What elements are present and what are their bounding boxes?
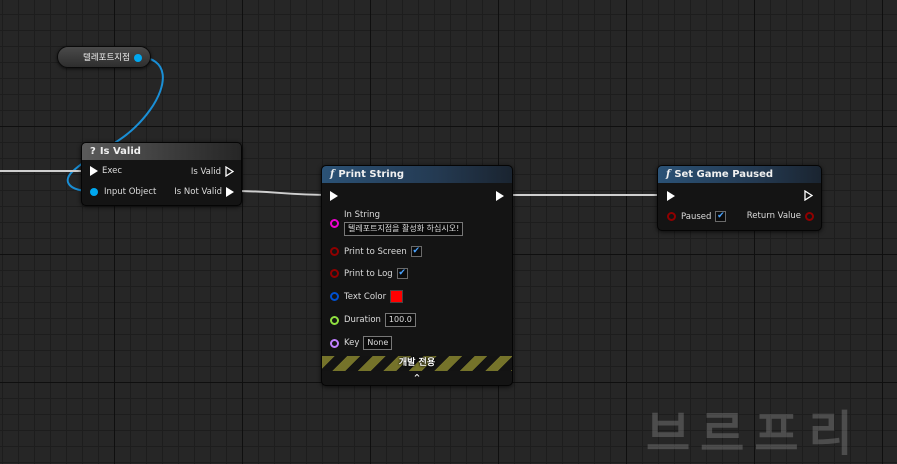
- function-icon: f: [330, 169, 335, 180]
- duration-label: Duration: [344, 315, 381, 325]
- development-only-label: 개발 전용: [398, 358, 436, 368]
- teleport-point-variable-node[interactable]: 텔레포트지점: [57, 46, 151, 68]
- is-valid-output-pin-row[interactable]: Is Valid: [191, 166, 234, 177]
- question-icon: ?: [90, 146, 96, 157]
- exec-label: Exec: [102, 166, 123, 176]
- object-output-pin[interactable]: [134, 54, 142, 62]
- print-to-screen-label: Print to Screen: [344, 246, 407, 257]
- print-to-screen-pin-row[interactable]: Print to Screen ✔: [330, 246, 422, 257]
- is-valid-header: ? Is Valid: [82, 143, 241, 160]
- expand-advanced-chevron-icon[interactable]: ⌃: [322, 371, 512, 385]
- string-pin-icon[interactable]: [330, 219, 339, 228]
- function-icon: f: [666, 169, 671, 180]
- is-not-valid-output-pin-row[interactable]: Is Not Valid: [174, 187, 234, 197]
- return-value-pin-row[interactable]: Return Value: [747, 211, 814, 221]
- exec-output-hollow-icon[interactable]: [225, 166, 234, 177]
- paused-checkbox[interactable]: ✔: [715, 211, 727, 222]
- bool-pin-icon[interactable]: [330, 269, 339, 278]
- exec-input-pin-icon[interactable]: [330, 191, 338, 201]
- exec-output-filled-icon[interactable]: [226, 187, 234, 197]
- in-string-label: In String: [344, 210, 380, 220]
- print-to-log-label: Print to Log: [344, 268, 393, 279]
- return-value-label: Return Value: [746, 211, 801, 221]
- key-pin-row[interactable]: Key None: [330, 336, 393, 350]
- exec-input-pin-icon[interactable]: [90, 166, 98, 176]
- watermark: 브르프리: [646, 406, 863, 462]
- input-object-label: Input Object: [104, 187, 157, 197]
- bool-pin-icon[interactable]: [805, 211, 814, 221]
- struct-pin-icon[interactable]: [330, 292, 339, 301]
- print-to-log-checkbox[interactable]: ✔: [396, 268, 408, 279]
- bool-pin-icon[interactable]: [667, 212, 676, 221]
- exec-output-hollow-icon[interactable]: [804, 190, 813, 201]
- paused-pin-row[interactable]: Paused ✔: [667, 211, 727, 222]
- duration-pin-row[interactable]: Duration 100.0: [330, 313, 416, 327]
- text-color-label: Text Color: [344, 291, 387, 302]
- input-object-pin-icon[interactable]: [90, 188, 98, 196]
- print-string-title: Print String: [338, 169, 405, 180]
- duration-field[interactable]: 100.0: [384, 313, 416, 327]
- set-game-paused-title: Set Game Paused: [674, 169, 774, 180]
- float-pin-icon[interactable]: [330, 315, 339, 325]
- is-valid-output-label: Is Valid: [190, 166, 221, 177]
- exec-input-pin-row[interactable]: Exec: [90, 166, 122, 176]
- key-field[interactable]: None: [363, 336, 393, 350]
- set-game-paused-header: f Set Game Paused: [658, 166, 821, 183]
- print-to-log-pin-row[interactable]: Print to Log ✔: [330, 268, 408, 279]
- key-label: Key: [344, 338, 360, 348]
- set-game-paused-node[interactable]: f Set Game Paused Paused ✔ Return Value: [657, 165, 822, 231]
- exec-wire-not-valid-to-print: [231, 190, 333, 196]
- is-not-valid-output-label: Is Not Valid: [174, 187, 222, 197]
- exec-output-pin-icon[interactable]: [496, 191, 504, 201]
- exec-input-pin-icon[interactable]: [667, 191, 675, 201]
- variable-label: 텔레포트지점: [83, 53, 130, 63]
- text-color-pin-row[interactable]: Text Color: [330, 290, 404, 303]
- in-string-field[interactable]: 텔레포트지점을 활성화 하십시오!: [344, 222, 464, 236]
- development-only-banner: 개발 전용: [322, 356, 512, 371]
- print-to-screen-checkbox[interactable]: ✔: [410, 246, 422, 257]
- bool-pin-icon[interactable]: [330, 247, 339, 256]
- is-valid-node[interactable]: ? Is Valid Exec Input Object Is Valid Is …: [81, 142, 242, 206]
- input-object-pin-row[interactable]: Input Object: [90, 187, 156, 197]
- is-valid-title: Is Valid: [99, 146, 141, 157]
- name-pin-icon[interactable]: [330, 338, 339, 348]
- in-string-pin-row[interactable]: In String 텔레포트지점을 활성화 하십시오!: [330, 210, 464, 236]
- text-color-swatch[interactable]: [390, 290, 404, 303]
- paused-label: Paused: [681, 211, 712, 222]
- print-string-node[interactable]: f Print String In String 텔레포트지점을 활성화 하십시오…: [321, 165, 513, 386]
- print-string-header: f Print String: [322, 166, 512, 183]
